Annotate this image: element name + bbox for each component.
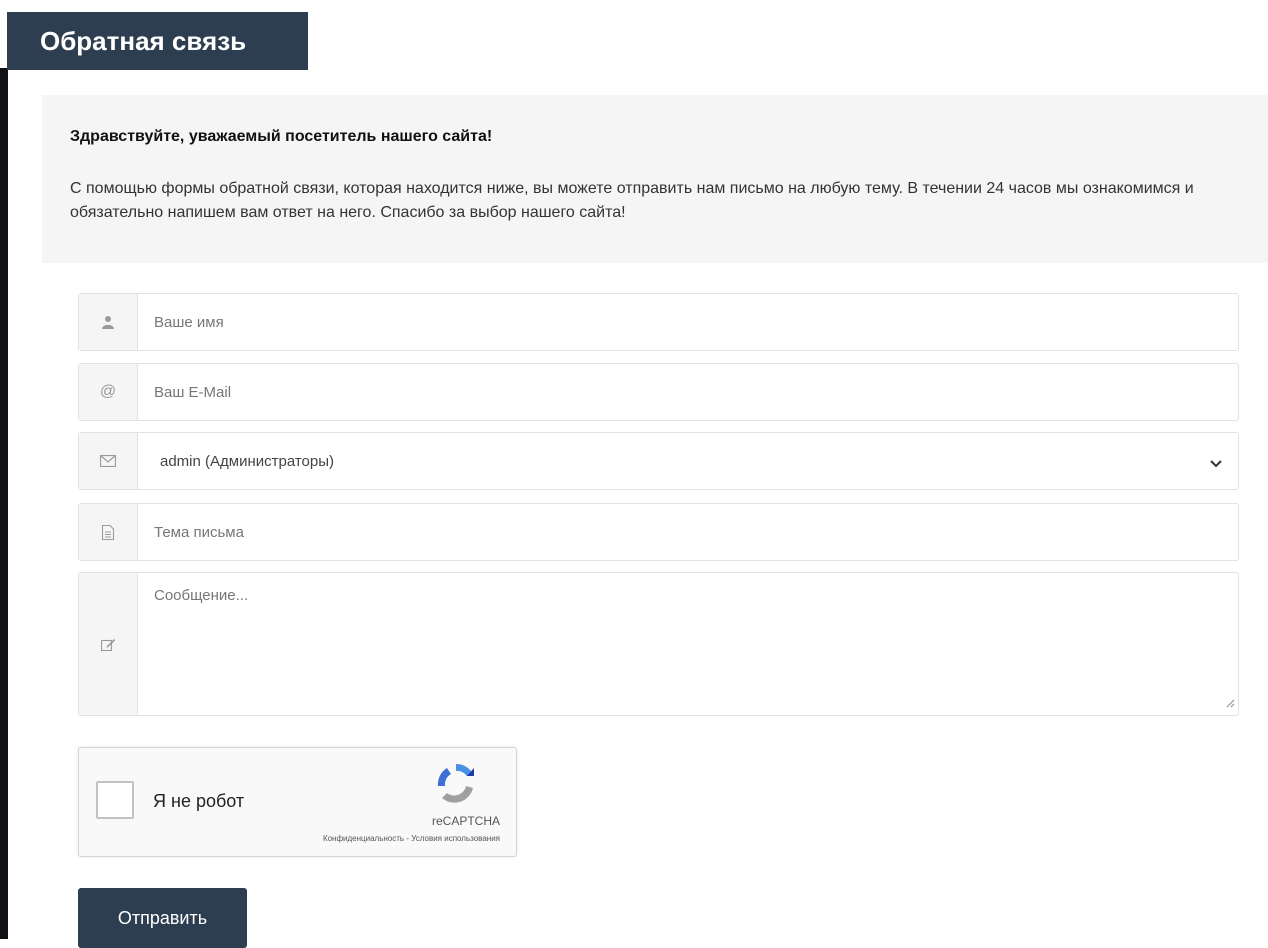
message-field[interactable]: Сообщение... xyxy=(78,572,1239,716)
page-title: Обратная связь xyxy=(7,12,308,70)
email-input[interactable]: Ваш E-Mail xyxy=(138,364,1238,420)
recipient-selected-value: admin (Администраторы) xyxy=(160,452,335,470)
edit-icon xyxy=(79,573,138,715)
email-field[interactable]: @ Ваш E-Mail xyxy=(78,363,1239,421)
greeting-text: Здравствуйте, уважаемый посетитель нашег… xyxy=(70,128,493,145)
name-field[interactable]: Ваше имя xyxy=(78,293,1239,351)
chevron-down-icon xyxy=(1210,455,1222,472)
name-input[interactable]: Ваше имя xyxy=(138,294,1238,350)
subject-input[interactable]: Тема письма xyxy=(138,504,1238,560)
message-textarea[interactable]: Сообщение... xyxy=(138,573,1238,715)
message-placeholder: Сообщение... xyxy=(154,587,249,604)
recaptcha-logo-icon xyxy=(433,760,479,811)
at-icon: @ xyxy=(79,364,138,420)
intro-text: С помощью формы обратной связи, которая … xyxy=(70,180,1194,221)
recaptcha-brand: reCAPTCHA xyxy=(431,814,500,828)
user-icon xyxy=(79,294,138,350)
recaptcha-checkbox[interactable] xyxy=(96,781,134,819)
submit-button[interactable]: Отправить xyxy=(78,888,247,948)
subject-field[interactable]: Тема письма xyxy=(78,503,1239,561)
recaptcha-widget: Я не робот reCAPTCHA Конфиденциальность … xyxy=(78,747,517,857)
recipient-select-field[interactable]: admin (Администраторы) xyxy=(78,432,1239,490)
left-border-bar xyxy=(0,68,8,939)
document-icon xyxy=(79,504,138,560)
resize-handle-icon[interactable] xyxy=(1225,695,1235,712)
recaptcha-links[interactable]: Конфиденциальность - Условия использован… xyxy=(323,834,500,843)
intro-panel: Здравствуйте, уважаемый посетитель нашег… xyxy=(42,95,1268,263)
envelope-icon xyxy=(79,433,138,489)
recipient-select[interactable]: admin (Администраторы) xyxy=(138,433,1238,489)
recaptcha-label: Я не робот xyxy=(153,791,245,811)
